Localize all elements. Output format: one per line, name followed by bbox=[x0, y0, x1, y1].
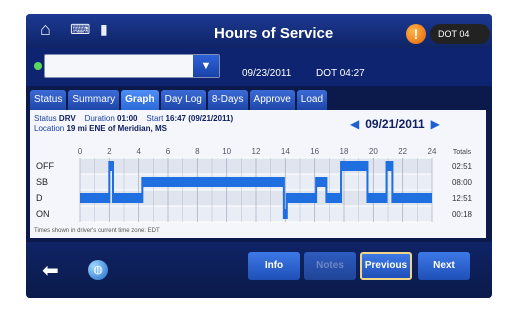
previous-button[interactable]: Previous bbox=[360, 252, 412, 280]
x-tick-label: 24 bbox=[428, 147, 437, 156]
hos-transition bbox=[315, 177, 318, 203]
hos-transition bbox=[282, 177, 285, 219]
x-tick-label: 12 bbox=[252, 147, 261, 156]
next-button[interactable]: Next bbox=[418, 252, 470, 280]
dot-time: DOT 04:27 bbox=[316, 68, 365, 79]
x-tick-label: 4 bbox=[136, 147, 141, 156]
hos-segment-sb bbox=[316, 177, 327, 187]
status-row-label: ON bbox=[36, 209, 50, 219]
graph-panel: Status DRV Duration 01:00 Start 16:47 (0… bbox=[30, 110, 486, 238]
app-header: ⌂ ⌨ ▮ Hours of Service ! DOT 04 bbox=[26, 14, 492, 48]
tab-load[interactable]: Load bbox=[296, 90, 328, 110]
chevron-down-icon[interactable]: ▼ bbox=[193, 55, 219, 77]
hos-segment-d bbox=[392, 193, 432, 203]
page-title: Hours of Service bbox=[214, 25, 334, 42]
hos-segment-d bbox=[367, 193, 387, 203]
tab-summary[interactable]: Summary bbox=[68, 90, 120, 110]
hos-transition bbox=[391, 161, 394, 203]
x-tick-label: 8 bbox=[195, 147, 200, 156]
hos-transition bbox=[385, 161, 388, 203]
x-tick-label: 0 bbox=[78, 147, 83, 156]
hos-transition bbox=[366, 161, 369, 203]
x-tick-label: 16 bbox=[310, 147, 319, 156]
x-tick-label: 14 bbox=[281, 147, 290, 156]
tab-day-log[interactable]: Day Log bbox=[160, 90, 206, 110]
tab-bar: Status Summary Graph Day Log 8-Days Appr… bbox=[30, 90, 328, 110]
hos-transition bbox=[108, 161, 111, 203]
x-tick-label: 22 bbox=[398, 147, 407, 156]
online-indicator-icon bbox=[34, 62, 42, 70]
hos-transition bbox=[325, 177, 328, 203]
hos-segment-d bbox=[80, 193, 110, 203]
tab-graph[interactable]: Graph bbox=[121, 90, 159, 110]
timezone-note: Times shown in driver's current time zon… bbox=[34, 228, 160, 234]
x-tick-label: 6 bbox=[166, 147, 171, 156]
status-row-label: D bbox=[36, 193, 43, 203]
current-date: 09/23/2011 bbox=[242, 68, 292, 79]
status-total: 08:00 bbox=[452, 178, 473, 187]
info-button[interactable]: Info bbox=[248, 252, 300, 280]
globe-icon[interactable]: ◍ bbox=[88, 260, 108, 280]
tab-status[interactable]: Status bbox=[30, 90, 67, 110]
keyboard-icon[interactable]: ⌨ bbox=[70, 20, 90, 38]
footer-bar: ⬅ ◍ Info Notes Previous Next bbox=[26, 242, 492, 298]
hos-segment-d bbox=[286, 193, 317, 203]
hos-segment-d bbox=[326, 193, 342, 203]
x-tick-label: 2 bbox=[107, 147, 112, 156]
hos-transition bbox=[285, 193, 288, 219]
x-tick-label: 18 bbox=[340, 147, 349, 156]
hos-segment-d bbox=[113, 193, 143, 203]
x-tick-label: 20 bbox=[369, 147, 378, 156]
status-row-label: OFF bbox=[36, 161, 54, 171]
driver-select[interactable]: ▼ bbox=[44, 54, 220, 78]
hos-transition bbox=[340, 161, 343, 203]
home-icon[interactable]: ⌂ bbox=[40, 20, 51, 38]
hos-graph: 0 2 4 6 8 10 12 14 16 18 20 22 24OFFSBDONTotals02:51… bbox=[36, 147, 473, 223]
status-total: 00:18 bbox=[452, 210, 473, 219]
x-tick-label: 10 bbox=[222, 147, 231, 156]
hos-segment-sb bbox=[142, 177, 284, 187]
device-screen: ⌂ ⌨ ▮ Hours of Service ! DOT 04 ▼ 09/23/… bbox=[26, 14, 492, 298]
sub-header: ▼ 09/23/2011 DOT 04:27 bbox=[26, 48, 492, 86]
hos-transition bbox=[112, 161, 114, 203]
hos-segment-off bbox=[341, 161, 368, 171]
tab-approve[interactable]: Approve bbox=[249, 90, 295, 110]
totals-header: Totals bbox=[453, 149, 472, 156]
dot-status-pill[interactable]: DOT 04 bbox=[430, 24, 490, 44]
warning-icon[interactable]: ! bbox=[406, 24, 426, 44]
tab-8-days[interactable]: 8-Days bbox=[207, 90, 248, 110]
status-total: 12:51 bbox=[452, 194, 473, 203]
status-total: 02:51 bbox=[452, 162, 473, 171]
back-arrow-icon[interactable]: ⬅ bbox=[42, 258, 59, 283]
hos-transition bbox=[141, 177, 144, 203]
status-row-label: SB bbox=[36, 177, 48, 187]
notes-button[interactable]: Notes bbox=[304, 252, 356, 280]
signal-icon: ▮ bbox=[100, 21, 108, 37]
